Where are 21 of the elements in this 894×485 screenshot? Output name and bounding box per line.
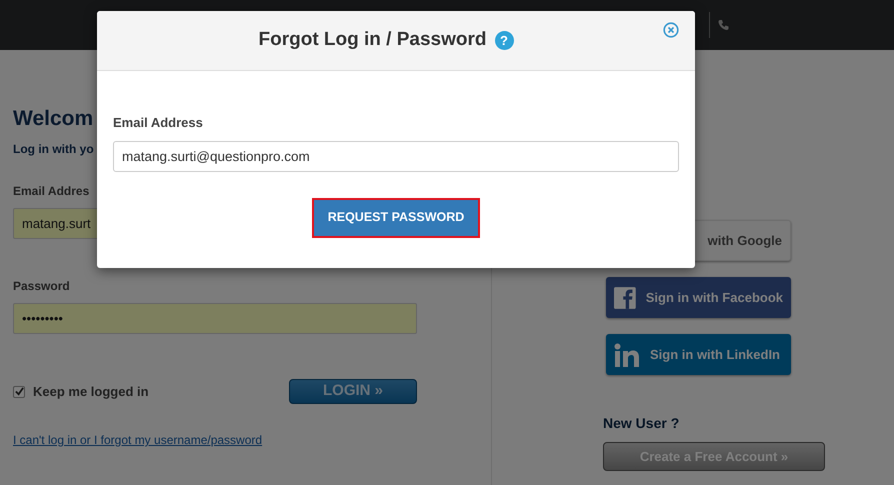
email-label: Email Addres — [13, 183, 90, 200]
password-label: Password — [13, 278, 70, 295]
new-user-heading: New User ? — [603, 414, 680, 433]
forgot-password-link[interactable]: I can't log in or I forgot my username/password — [13, 433, 262, 447]
sign-in-button[interactable]: Sign in with Facebook — [606, 277, 791, 318]
sign-in-button[interactable]: Sign in with LinkedIn — [606, 334, 791, 375]
email-label: Email Address — [113, 114, 204, 132]
linkedin-logo-icon — [614, 342, 640, 366]
close-icon[interactable] — [663, 22, 679, 38]
welcome-heading: Welcom — [13, 106, 94, 132]
checkbox[interactable] — [13, 386, 25, 398]
keep-logged-in-label: Keep me logged in — [33, 382, 149, 401]
help-icon[interactable]: ? — [494, 31, 514, 50]
password-field[interactable]: ••••••••• — [13, 303, 417, 334]
facebook-logo-icon — [614, 284, 636, 310]
phone-icon[interactable] — [718, 19, 730, 31]
dialog-title: Forgot Log in / Password — [258, 28, 486, 52]
login-button[interactable]: LOGIN » — [289, 379, 417, 404]
login-subheading: Log in with yo — [13, 141, 94, 158]
request-password-button[interactable]: REQUEST PASSWORD — [312, 198, 480, 238]
email-field[interactable]: matang.surti@questionpro.com — [113, 140, 679, 172]
